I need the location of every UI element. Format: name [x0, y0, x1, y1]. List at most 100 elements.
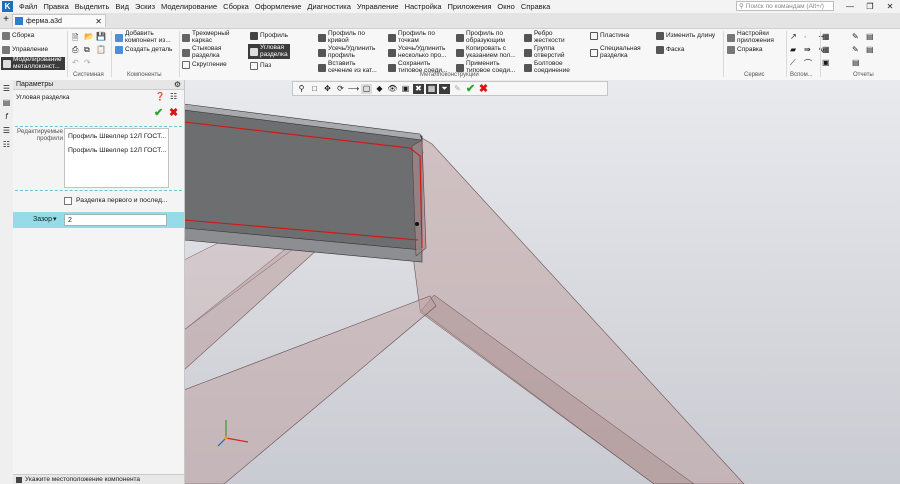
hide-icon[interactable]: 👁 [387, 84, 398, 94]
plane-icon[interactable]: ▰ [790, 45, 796, 54]
edit-icon[interactable]: ✎ [452, 84, 463, 94]
cancel-icon[interactable]: ✖ [478, 83, 489, 95]
restore-button[interactable]: ❐ [860, 0, 880, 13]
menu-apps[interactable]: Приложения [445, 2, 495, 11]
undo-icon[interactable]: ↶ [72, 58, 79, 67]
visibility-icon[interactable]: ▣ [400, 84, 411, 94]
menu-view[interactable]: Вид [112, 2, 132, 11]
close-command-icon[interactable]: ✖ [169, 106, 178, 119]
orientation-icon[interactable]: ⟶ [348, 84, 359, 94]
menu-window[interactable]: Окно [494, 2, 517, 11]
new-document-button[interactable]: + [1, 15, 11, 25]
report-list-icon[interactable]: ▤ [866, 45, 874, 54]
3d-frame-button[interactable]: Трехмерный каркас [182, 30, 230, 44]
create-object-icon[interactable]: ✔ [154, 106, 163, 119]
parameters-icon[interactable]: ▤ [2, 98, 11, 107]
filter-faces-icon[interactable]: ▦ [426, 83, 437, 94]
menu-design[interactable]: Оформление [252, 2, 305, 11]
command-search-input[interactable]: ⚲ Поиск по командам (Alt+/) [736, 1, 834, 11]
redo-icon[interactable]: ↷ [84, 58, 91, 67]
tree-icon[interactable]: ☷ [2, 140, 11, 149]
line-icon[interactable]: ⟋ [790, 58, 796, 68]
add-component-button[interactable]: Добавить компонент из... [115, 30, 171, 44]
app-settings-button[interactable]: Настройки приложения [727, 30, 774, 44]
axis-icon[interactable]: ↗ [790, 32, 797, 41]
right-diagonal-member[interactable] [411, 137, 745, 484]
model-canvas[interactable] [184, 80, 900, 484]
profile-button[interactable]: Профиль [250, 32, 288, 40]
paste-icon[interactable]: 📋 [96, 45, 106, 54]
layers-icon[interactable]: ☰ [2, 126, 11, 135]
report-icon[interactable]: ✎ [852, 32, 859, 41]
panel-settings-icon[interactable]: ⚙ [174, 80, 181, 89]
filter-icon[interactable]: ⏷ [439, 83, 450, 94]
menu-settings[interactable]: Настройка [402, 2, 445, 11]
trim-extend-multiple-button[interactable]: Усечь/Удлинить несколько про... [388, 45, 447, 59]
menu-assembly[interactable]: Сборка [220, 2, 252, 11]
profile-list-item[interactable]: Профиль Швеллер 12Л ГОСТ... [68, 147, 166, 154]
chamfer-button[interactable]: Фаска [656, 46, 684, 54]
display-mode-icon[interactable]: ▢ [361, 83, 372, 94]
open-icon[interactable]: 📂 [84, 32, 94, 41]
menu-modeling[interactable]: Моделирование [158, 2, 220, 11]
minimize-button[interactable]: — [840, 0, 860, 13]
tree-toggle-icon[interactable]: ☷ [170, 92, 177, 101]
apply-icon[interactable]: ✔ [465, 83, 476, 95]
close-tab-icon[interactable]: ✕ [95, 17, 102, 26]
plate-button[interactable]: Пластина [590, 32, 629, 40]
hole-group-button[interactable]: Группа отверстий [524, 45, 565, 59]
offset-icon[interactable]: ⇛ [804, 45, 811, 54]
arc-icon[interactable]: ⌒ [804, 58, 812, 69]
model-viewport[interactable] [184, 80, 900, 484]
profiles-list[interactable]: Профиль Швеллер 12Л ГОСТ... Профиль Швел… [64, 128, 169, 188]
report-edit-icon[interactable]: ✎ [852, 45, 859, 54]
profile-by-curve-button[interactable]: Профиль по кривой [318, 30, 365, 44]
pan-icon[interactable]: ✥ [322, 84, 333, 94]
notes-icon[interactable]: ▣ [822, 58, 830, 67]
menu-file[interactable]: Файл [16, 2, 40, 11]
grid-icon[interactable]: ▦ [822, 32, 830, 41]
menu-help[interactable]: Справка [518, 2, 553, 11]
mode-assembly[interactable]: Сборка [2, 32, 34, 40]
profile-list-item[interactable]: Профиль Швеллер 12Л ГОСТ... [68, 133, 166, 140]
zoom-window-icon[interactable]: □ [309, 84, 320, 94]
bolted-joint-button[interactable]: Болтовое соединение [524, 60, 570, 74]
menu-manage[interactable]: Управление [354, 2, 402, 11]
report-table-icon[interactable]: ▤ [866, 32, 874, 41]
section-icon[interactable]: ◆ [374, 84, 385, 94]
variables-icon[interactable]: f [2, 112, 11, 121]
mode-metal-structures[interactable]: Моделирование металлоконст... [1, 56, 65, 70]
slot-button[interactable]: Паз [250, 62, 271, 70]
help-icon[interactable]: ❓ [155, 92, 165, 101]
gap-dropdown-icon[interactable]: ▾ [53, 215, 57, 223]
model-tree-icon[interactable]: ☰ [2, 84, 11, 93]
corner-cut-button[interactable]: Угловая разделка [248, 44, 290, 59]
table-icon[interactable]: ▦ [822, 45, 830, 54]
help-button[interactable]: Справка [727, 46, 763, 54]
profile-by-generators-button[interactable]: Профиль по образующим [456, 30, 505, 44]
menu-diagnostics[interactable]: Диагностика [304, 2, 353, 11]
cut-first-last-checkbox[interactable] [64, 197, 72, 205]
stiffener-button[interactable]: Ребро жесткости [524, 30, 565, 44]
document-tab[interactable]: ферма.a3d ✕ [12, 14, 106, 27]
fillet-button[interactable]: Скругление [182, 61, 227, 69]
print-icon[interactable]: ⎙ [72, 45, 78, 55]
filter-objects-icon[interactable]: ✖ [413, 83, 424, 94]
trim-extend-profile-button[interactable]: Усечь/Удлинить профиль [318, 45, 375, 59]
insert-section-button[interactable]: Вставить сечение из кат... [318, 60, 377, 74]
change-length-button[interactable]: Изменить длину [656, 32, 715, 40]
report-export-icon[interactable]: ▤ [852, 58, 860, 67]
copy-icon[interactable]: ⧉ [84, 45, 90, 55]
gap-input[interactable]: 2 [64, 214, 167, 226]
rotate-icon[interactable]: ⟳ [335, 84, 346, 94]
point-icon[interactable]: ∙ [804, 32, 806, 41]
special-cut-button[interactable]: Специальная разделка [590, 45, 641, 59]
mode-management[interactable]: Управление [2, 46, 48, 54]
save-icon[interactable]: 💾 [96, 32, 106, 41]
new-document-icon[interactable]: 🗎 [72, 32, 78, 46]
close-window-button[interactable]: ✕ [880, 0, 900, 13]
copy-with-position-button[interactable]: Копировать с указанием пол... [456, 45, 516, 59]
create-part-button[interactable]: Создать деталь [115, 46, 172, 54]
menu-sketch[interactable]: Эскиз [132, 2, 158, 11]
menu-edit[interactable]: Правка [40, 2, 71, 11]
